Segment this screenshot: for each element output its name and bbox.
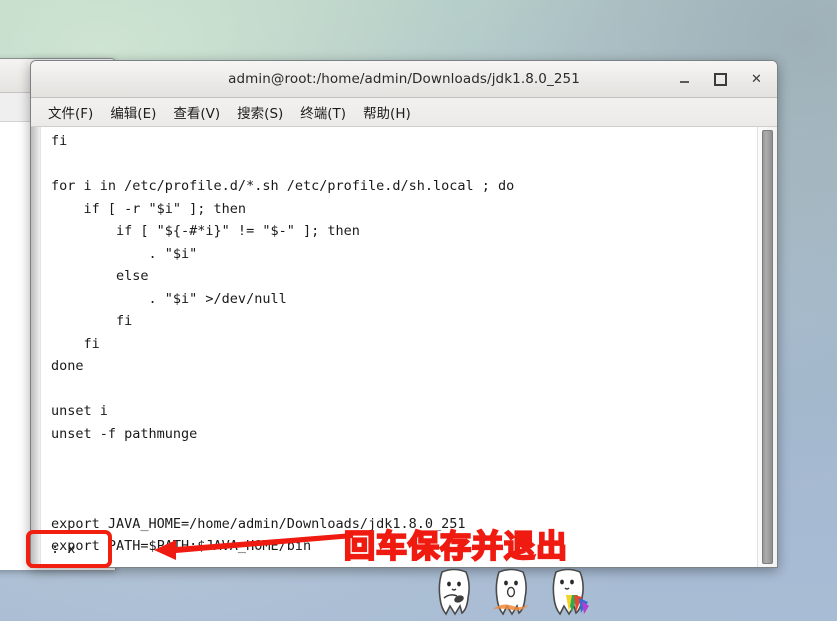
terminal-screen[interactable]: fi for i in /etc/profile.d/*.sh /etc/prof… bbox=[41, 127, 757, 567]
terminal-line: if [ -r "$i" ]; then bbox=[51, 200, 247, 217]
minimize-icon[interactable] bbox=[676, 71, 693, 88]
window-title: admin@root:/home/admin/Downloads/jdk1.8.… bbox=[228, 71, 580, 87]
terminal-line: for i in /etc/profile.d/*.sh /etc/profil… bbox=[51, 178, 515, 194]
terminal-line: . "$i" bbox=[51, 245, 198, 262]
terminal-line: done bbox=[51, 358, 84, 374]
menu-help[interactable]: 帮助(H) bbox=[356, 100, 418, 124]
mascot-figure-1 bbox=[438, 568, 470, 616]
maximize-icon[interactable] bbox=[712, 71, 729, 88]
menu-view[interactable]: 查看(V) bbox=[166, 100, 227, 124]
terminal-line: else bbox=[51, 268, 149, 284]
mascot-watermark-group bbox=[432, 568, 590, 618]
terminal-line: . "$i" >/dev/null bbox=[51, 290, 287, 307]
menu-file[interactable]: 文件(F) bbox=[41, 100, 100, 124]
vertical-scrollbar[interactable] bbox=[757, 127, 777, 567]
close-icon[interactable]: ✕ bbox=[748, 71, 765, 88]
vi-status-line[interactable]: : x bbox=[41, 537, 757, 561]
mascot-figure-3 bbox=[552, 568, 589, 616]
terminal-line: fi bbox=[51, 335, 100, 352]
terminal-line: unset i bbox=[51, 403, 108, 419]
mascot-figure-2 bbox=[493, 568, 529, 616]
menu-search[interactable]: 搜索(S) bbox=[230, 100, 290, 124]
terminal-line: fi bbox=[51, 133, 68, 149]
terminal-line: fi bbox=[51, 313, 133, 329]
terminal-line: unset -f pathmunge bbox=[51, 425, 198, 442]
menubar: 文件(F) 编辑(E) 查看(V) 搜索(S) 终端(T) 帮助(H) bbox=[31, 98, 777, 127]
terminal-window[interactable]: admin@root:/home/admin/Downloads/jdk1.8.… bbox=[30, 60, 778, 568]
window-titlebar[interactable]: admin@root:/home/admin/Downloads/jdk1.8.… bbox=[31, 61, 777, 98]
window-controls: ✕ bbox=[676, 61, 769, 97]
terminal-body[interactable]: fi for i in /etc/profile.d/*.sh /etc/prof… bbox=[31, 127, 777, 567]
terminal-line: export JAVA_HOME=/home/admin/Downloads/j… bbox=[51, 515, 466, 532]
terminal-text-content: fi for i in /etc/profile.d/*.sh /etc/prof… bbox=[51, 130, 757, 558]
menu-edit[interactable]: 编辑(E) bbox=[103, 100, 163, 124]
menu-terminal[interactable]: 终端(T) bbox=[293, 100, 353, 124]
terminal-line: if [ "${-#*i}" != "$-" ]; then bbox=[51, 223, 360, 239]
terminal-left-gutter bbox=[31, 127, 41, 567]
scrollbar-thumb[interactable] bbox=[762, 130, 773, 564]
